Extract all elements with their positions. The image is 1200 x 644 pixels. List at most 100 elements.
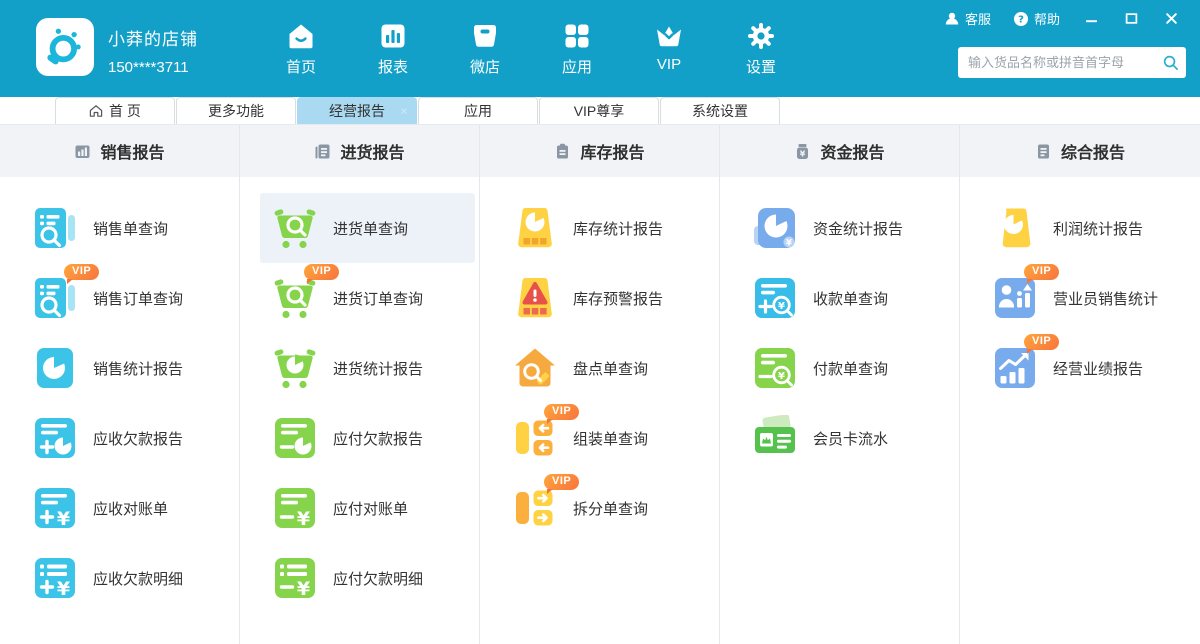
payable-statement-icon: ¥ xyxy=(272,485,318,531)
warehouse-pie-icon xyxy=(512,205,558,251)
vip-badge: VIP xyxy=(64,264,99,280)
close-tab-icon[interactable]: × xyxy=(400,105,408,118)
item-receivable-statement[interactable]: ¥ 应收对账单 xyxy=(20,473,235,543)
item-performance-report[interactable]: VIP 经营业绩报告 xyxy=(980,333,1196,403)
doc-search-icon xyxy=(32,205,78,251)
search-input[interactable] xyxy=(958,47,1154,78)
item-purchase-statistics-report[interactable]: 进货统计报告 xyxy=(260,333,475,403)
item-receivable-debt-report[interactable]: 应收欠款报告 xyxy=(20,403,235,473)
tab-label: 经营报告 xyxy=(329,101,385,121)
svg-text:¥: ¥ xyxy=(786,239,792,249)
nav-item-home[interactable]: 首页 xyxy=(271,19,331,77)
item-label: 盘点单查询 xyxy=(573,358,648,379)
item-stocktake-query[interactable]: 盘点单查询 xyxy=(500,333,715,403)
assembly-arrows-icon: VIP xyxy=(512,415,558,461)
nav-item-settings[interactable]: 设置 xyxy=(731,19,791,77)
tab-apps[interactable]: 应用 xyxy=(418,97,538,124)
maximize-button[interactable] xyxy=(1116,8,1146,30)
purchase-ledger-icon xyxy=(314,143,331,160)
order-search-icon: VIP xyxy=(32,275,78,321)
tab-label: VIP尊享 xyxy=(574,101,625,121)
cart-order-icon: VIP xyxy=(272,275,318,321)
nav-item-apps[interactable]: 应用 xyxy=(547,19,607,77)
nav-item-vip[interactable]: VIP xyxy=(639,19,699,77)
tab-business-report[interactable]: 经营报告 × xyxy=(297,97,417,124)
svg-text:¥: ¥ xyxy=(297,578,310,600)
nav-label: 报表 xyxy=(363,56,423,77)
item-profit-statistics-report[interactable]: 利润统计报告 xyxy=(980,193,1196,263)
item-member-card-flow[interactable]: 会员卡流水 xyxy=(740,403,955,473)
tab-bar: 首 页 更多功能 经营报告 × 应用 VIP尊享 系统设置 xyxy=(0,97,1200,125)
item-clerk-sales-statistics[interactable]: VIP 营业员销售统计 xyxy=(980,263,1196,333)
store-basket-icon xyxy=(470,21,500,51)
item-sales-order-query[interactable]: VIP 销售订单查询 xyxy=(20,263,235,333)
tab-more-functions[interactable]: 更多功能 xyxy=(176,97,296,124)
item-assembly-query[interactable]: VIP 组装单查询 xyxy=(500,403,715,473)
item-receipt-query[interactable]: ¥ 收款单查询 xyxy=(740,263,955,333)
tab-home[interactable]: 首 页 xyxy=(55,97,175,124)
shop-name: 小莽的店铺 xyxy=(108,25,198,50)
payable-pie-icon xyxy=(272,415,318,461)
close-button[interactable] xyxy=(1156,8,1186,30)
column-title: 综合报告 xyxy=(1061,139,1125,163)
item-label: 会员卡流水 xyxy=(813,428,888,449)
funds-pie-icon: ¥ xyxy=(752,205,798,251)
item-split-query[interactable]: VIP 拆分单查询 xyxy=(500,473,715,543)
column-inventory-reports: 库存报告 库存统计报告 库存预警报告 xyxy=(480,125,720,644)
customer-service-label: 客服 xyxy=(965,9,991,28)
item-label: 库存统计报告 xyxy=(573,218,663,239)
tab-label: 系统设置 xyxy=(692,101,748,121)
cart-pie-icon xyxy=(272,345,318,391)
item-label: 应收欠款明细 xyxy=(93,568,183,589)
svg-text:¥: ¥ xyxy=(297,508,310,530)
item-receivable-debt-detail[interactable]: ¥ 应收欠款明细 xyxy=(20,543,235,613)
help-link[interactable]: ? 帮助 xyxy=(1007,7,1066,30)
customer-service-icon xyxy=(944,11,960,27)
item-purchase-order-query[interactable]: VIP 进货订单查询 xyxy=(260,263,475,333)
house-search-icon xyxy=(512,345,558,391)
main-nav: 首页 报表 微店 xyxy=(271,19,791,77)
column-items: 销售单查询 VIP 销售订单查询 销售统计报告 xyxy=(0,177,239,613)
column-header-inventory: 库存报告 xyxy=(480,125,719,177)
item-payable-debt-report[interactable]: 应付欠款报告 xyxy=(260,403,475,473)
column-sales-reports: 销售报告 销售单查询 VIP 销售订单查询 xyxy=(0,125,240,644)
warehouse-warning-icon xyxy=(512,275,558,321)
item-inventory-statistics-report[interactable]: 库存统计报告 xyxy=(500,193,715,263)
item-label: 拆分单查询 xyxy=(573,498,648,519)
item-purchase-slip-query[interactable]: 进货单查询 xyxy=(260,193,475,263)
item-label: 应付欠款明细 xyxy=(333,568,423,589)
item-funds-statistics-report[interactable]: ¥ 资金统计报告 xyxy=(740,193,955,263)
apps-grid-icon xyxy=(562,21,592,51)
item-sales-statistics-report[interactable]: 销售统计报告 xyxy=(20,333,235,403)
nav-item-reports[interactable]: 报表 xyxy=(363,19,423,77)
help-icon: ? xyxy=(1013,11,1029,27)
item-label: 利润统计报告 xyxy=(1053,218,1143,239)
column-items: 利润统计报告 VIP 营业员销售统计 VIP 经营业绩报告 xyxy=(960,177,1200,403)
item-label: 组装单查询 xyxy=(573,428,648,449)
item-label: 进货单查询 xyxy=(333,218,408,239)
item-label: 经营业绩报告 xyxy=(1053,358,1143,379)
app-logo[interactable] xyxy=(36,18,94,76)
search-icon xyxy=(1162,54,1179,71)
topbar: 客服 ? 帮助 xyxy=(938,7,1186,30)
item-inventory-warning-report[interactable]: 库存预警报告 xyxy=(500,263,715,333)
search-button[interactable] xyxy=(1154,47,1186,78)
item-payment-query[interactable]: ¥ 付款单查询 xyxy=(740,333,955,403)
shop-logo-icon xyxy=(41,23,89,71)
cart-search-icon xyxy=(272,205,318,251)
tab-vip[interactable]: VIP尊享 xyxy=(539,97,659,124)
item-label: 应收对账单 xyxy=(93,498,168,519)
nav-item-micro-store[interactable]: 微店 xyxy=(455,19,515,77)
column-header-purchase: 进货报告 xyxy=(240,125,479,177)
item-label: 资金统计报告 xyxy=(813,218,903,239)
item-sales-slip-query[interactable]: 销售单查询 xyxy=(20,193,235,263)
vip-badge: VIP xyxy=(544,404,579,420)
vip-badge: VIP xyxy=(544,474,579,490)
vip-crown-icon xyxy=(654,21,684,51)
item-payable-statement[interactable]: ¥ 应付对账单 xyxy=(260,473,475,543)
item-payable-debt-detail[interactable]: ¥ 应付欠款明细 xyxy=(260,543,475,613)
receipt-search-icon: ¥ xyxy=(752,275,798,321)
minimize-button[interactable] xyxy=(1076,8,1106,30)
customer-service-link[interactable]: 客服 xyxy=(938,7,997,30)
tab-system-settings[interactable]: 系统设置 xyxy=(660,97,780,124)
